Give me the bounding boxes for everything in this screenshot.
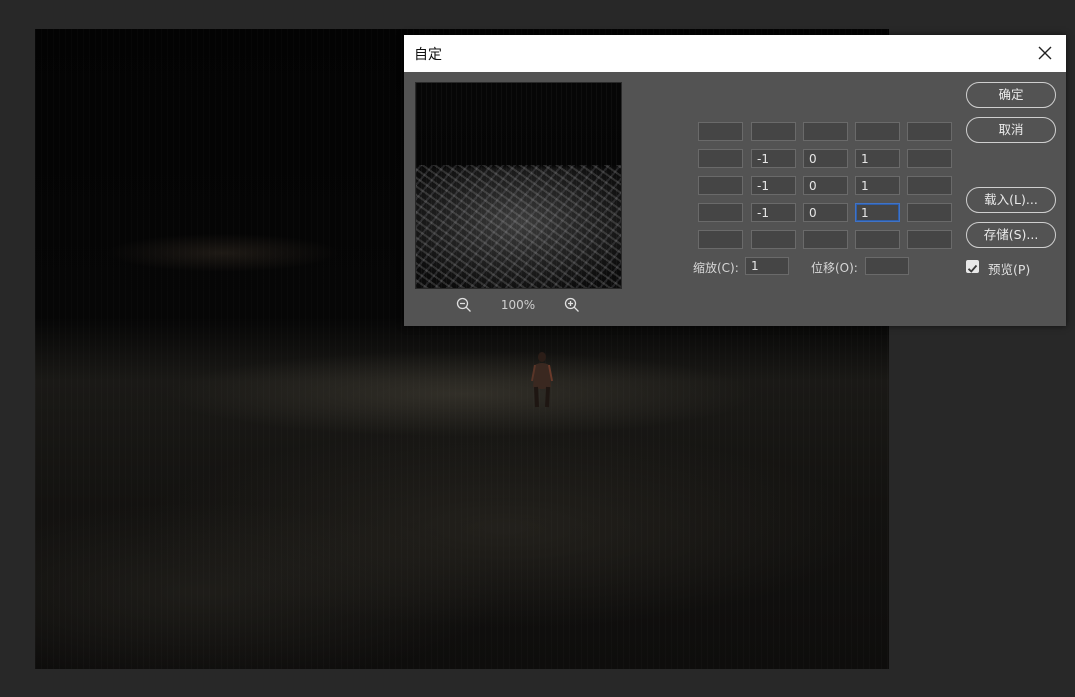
matrix-cell-1-5[interactable] bbox=[907, 122, 952, 141]
matrix-cell-5-2[interactable] bbox=[751, 230, 796, 249]
matrix-cell-4-5[interactable] bbox=[907, 203, 952, 222]
filter-preview[interactable] bbox=[415, 82, 622, 289]
zoom-level: 100% bbox=[500, 298, 536, 312]
matrix-cell-4-1[interactable] bbox=[698, 203, 743, 222]
matrix-cell-2-2[interactable] bbox=[751, 149, 796, 168]
matrix-cell-2-1[interactable] bbox=[698, 149, 743, 168]
close-icon bbox=[1038, 46, 1052, 60]
check-icon bbox=[967, 264, 978, 273]
offset-label: 位移(O): bbox=[811, 261, 858, 275]
preview-hatch bbox=[416, 83, 621, 288]
zoom-in-button[interactable] bbox=[563, 296, 581, 314]
matrix-cell-1-1[interactable] bbox=[698, 122, 743, 141]
zoom-out-button[interactable] bbox=[455, 296, 473, 314]
matrix-cell-3-4[interactable] bbox=[855, 176, 900, 195]
matrix-cell-4-2[interactable] bbox=[751, 203, 796, 222]
custom-filter-dialog: 自定 100% -1 0 1 -1 0 1 -1 0 1 缩放(C): 1 位移… bbox=[404, 35, 1066, 326]
load-button[interactable]: 载入(L)... bbox=[966, 187, 1056, 213]
matrix-cell-5-4[interactable] bbox=[855, 230, 900, 249]
dialog-titlebar: 自定 bbox=[404, 35, 1066, 72]
matrix-cell-5-3[interactable] bbox=[803, 230, 848, 249]
matrix-cell-3-1[interactable] bbox=[698, 176, 743, 195]
matrix-cell-2-4[interactable] bbox=[855, 149, 900, 168]
preview-checkbox[interactable] bbox=[966, 260, 979, 273]
zoom-in-icon bbox=[564, 297, 579, 312]
matrix-cell-1-3[interactable] bbox=[803, 122, 848, 141]
matrix-cell-2-3[interactable] bbox=[803, 149, 848, 168]
dialog-title: 自定 bbox=[414, 47, 442, 63]
matrix-cell-3-2[interactable] bbox=[751, 176, 796, 195]
matrix-cell-1-2[interactable] bbox=[751, 122, 796, 141]
matrix-cell-4-3[interactable] bbox=[803, 203, 848, 222]
scale-label: 缩放(C): bbox=[693, 261, 739, 275]
matrix-cell-5-5[interactable] bbox=[907, 230, 952, 249]
matrix-cell-3-3[interactable] bbox=[803, 176, 848, 195]
ok-button[interactable]: 确定 bbox=[966, 82, 1056, 108]
zoom-out-icon bbox=[456, 297, 471, 312]
person-figure bbox=[531, 352, 553, 408]
save-button[interactable]: 存储(S)... bbox=[966, 222, 1056, 248]
offset-input[interactable] bbox=[865, 257, 909, 275]
matrix-cell-1-4[interactable] bbox=[855, 122, 900, 141]
scale-input[interactable] bbox=[745, 257, 789, 275]
preview-checkbox-label: 预览(P) bbox=[988, 262, 1031, 277]
matrix-cell-2-5[interactable] bbox=[907, 149, 952, 168]
matrix-cell-4-4[interactable] bbox=[855, 203, 900, 222]
cancel-button[interactable]: 取消 bbox=[966, 117, 1056, 143]
matrix-cell-3-5[interactable] bbox=[907, 176, 952, 195]
matrix-cell-5-1[interactable] bbox=[698, 230, 743, 249]
close-button[interactable] bbox=[1036, 44, 1054, 62]
